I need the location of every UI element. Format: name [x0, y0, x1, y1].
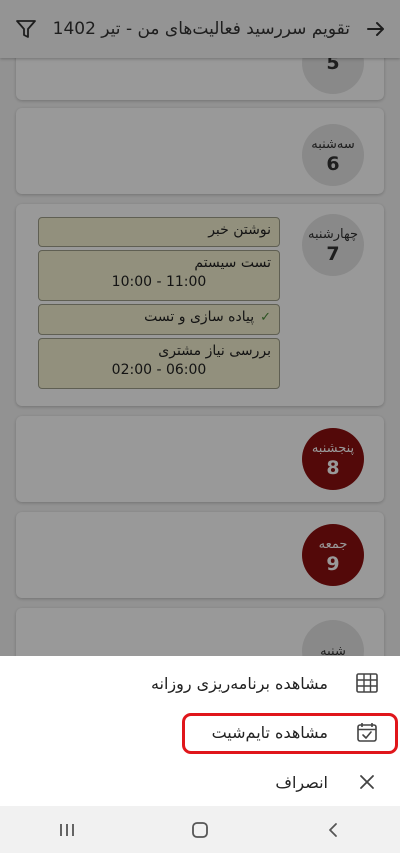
- close-icon: [354, 769, 380, 795]
- system-nav-bar: [0, 806, 400, 853]
- sheet-item-label: انصراف: [275, 772, 328, 792]
- sheet-item-label: مشاهده برنامه‌ریزی روزانه: [150, 673, 328, 693]
- home-icon[interactable]: [180, 810, 220, 850]
- cancel-item[interactable]: انصراف: [10, 760, 380, 804]
- modal-scrim[interactable]: [0, 0, 400, 660]
- table-grid-icon: [354, 670, 380, 696]
- highlight-annotation: [182, 713, 398, 754]
- back-icon[interactable]: [313, 810, 353, 850]
- recents-icon[interactable]: [47, 810, 87, 850]
- view-daily-plan-item[interactable]: مشاهده برنامه‌ریزی روزانه: [10, 661, 380, 705]
